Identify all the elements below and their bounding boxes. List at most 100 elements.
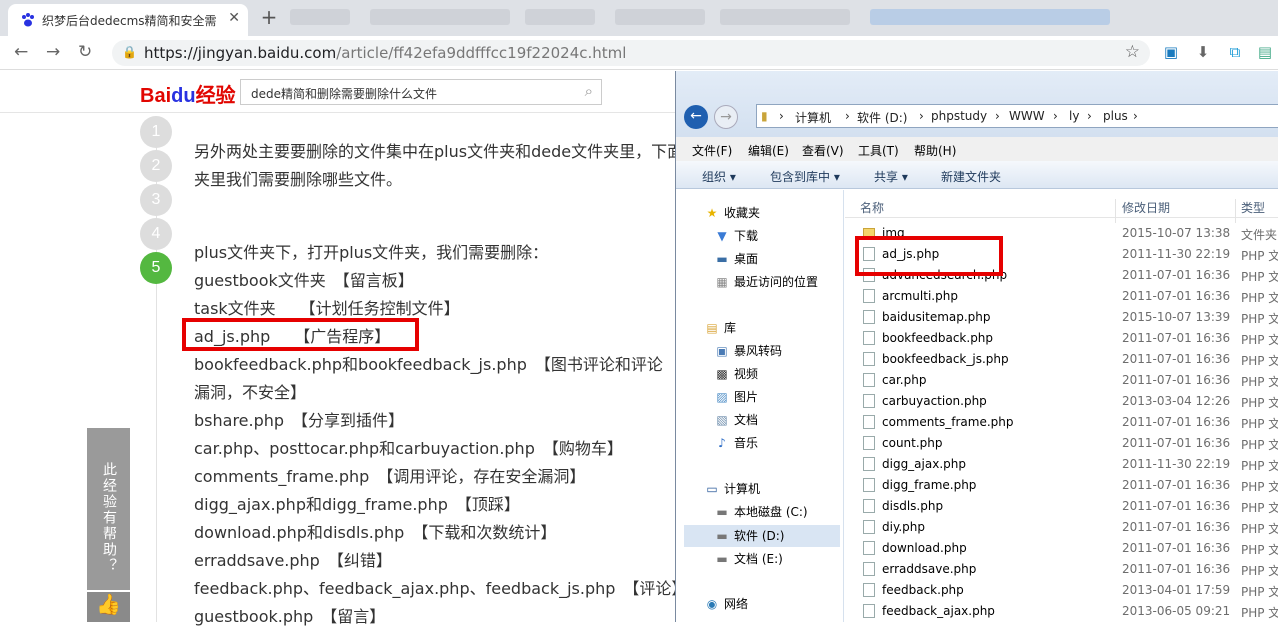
nav-network[interactable]: ◉ 网络	[704, 595, 748, 612]
file-type: PHP 文	[1241, 480, 1278, 494]
breadcrumb-sep: ›	[1133, 109, 1138, 123]
col-name[interactable]: 名称	[860, 199, 884, 216]
nav-video[interactable]: ▩ 视频	[714, 365, 758, 382]
blurred-tab[interactable]	[525, 9, 595, 25]
file-type: PHP 文	[1241, 375, 1278, 389]
url-bar[interactable]: 🔒 https://jingyan.baidu.com/article/ff42…	[112, 40, 1150, 66]
file-date: 2011-11-30 22:19	[1122, 247, 1231, 261]
forward-button-icon[interactable]: →	[714, 105, 738, 129]
download-extension-icon[interactable]: ⬇	[1194, 43, 1212, 61]
bookmark-star-icon[interactable]: ☆	[1125, 42, 1140, 62]
file-row[interactable]: count.php 2011-07-01 16:36 PHP 文	[845, 432, 1278, 453]
menu-tools[interactable]: 工具(T)	[858, 142, 899, 159]
blurred-tab[interactable]	[870, 9, 1110, 25]
file-date: 2011-07-01 16:36	[1122, 499, 1231, 513]
extension-icon[interactable]: ▣	[1162, 43, 1180, 61]
include-library-button[interactable]: 包含到库中 ▾	[770, 168, 840, 185]
file-row[interactable]: bookfeedback_js.php 2011-07-01 16:36 PHP 文	[845, 348, 1278, 369]
menu-view[interactable]: 查看(V)	[802, 142, 844, 159]
nav-music[interactable]: ♪ 音乐	[714, 434, 758, 451]
baidu-jingyan-logo[interactable]: Baidu经验	[140, 79, 236, 108]
file-row[interactable]: carbuyaction.php 2013-03-04 12:26 PHP 文	[845, 390, 1278, 411]
thumbs-up-icon[interactable]: 👍	[87, 592, 130, 622]
menu-file[interactable]: 文件(F)	[692, 142, 732, 159]
organize-button[interactable]: 组织 ▾	[702, 168, 736, 185]
file-row[interactable]: feedback_ajax.php 2013-06-05 09:21 PHP 文	[845, 600, 1278, 621]
nav-library[interactable]: ▤ 库	[704, 319, 736, 336]
file-row[interactable]: erraddsave.php 2011-07-01 16:36 PHP 文	[845, 558, 1278, 579]
menu-edit[interactable]: 编辑(E)	[748, 142, 789, 159]
nav-favorites[interactable]: ★ 收藏夹	[704, 204, 760, 221]
helpful-vote-button[interactable]: 此经验有帮助？	[87, 428, 130, 590]
file-row[interactable]: diy.php 2011-07-01 16:36 PHP 文	[845, 516, 1278, 537]
file-row[interactable]: disdls.php 2011-07-01 16:36 PHP 文	[845, 495, 1278, 516]
nav-computer[interactable]: ▭ 计算机	[704, 480, 760, 497]
nav-desktop[interactable]: ▬ 桌面	[714, 250, 758, 267]
browser-tab[interactable]: 织梦后台dedecms精简和安全需 ✕	[8, 4, 248, 36]
col-type[interactable]: 类型	[1241, 199, 1265, 216]
nav-recent[interactable]: ▦ 最近访问的位置	[714, 273, 818, 290]
step-3[interactable]: 3	[140, 184, 172, 216]
nav-drive-c[interactable]: ▬ 本地磁盘 (C:)	[714, 503, 807, 520]
file-row[interactable]: feedback.php 2013-04-01 17:59 PHP 文	[845, 579, 1278, 600]
col-divider[interactable]	[1235, 199, 1236, 223]
tab-title: 织梦后台dedecms精简和安全需	[42, 14, 217, 28]
step-2[interactable]: 2	[140, 150, 172, 182]
star-icon: ★	[706, 206, 718, 220]
share-button[interactable]: 共享 ▾	[874, 168, 908, 185]
breadcrumb-item[interactable]: 软件 (D:)	[857, 109, 907, 126]
blurred-tab[interactable]	[615, 9, 705, 25]
step-5[interactable]: 5	[140, 252, 172, 284]
blurred-tab[interactable]	[290, 9, 350, 25]
nav-label: 文档	[734, 413, 759, 427]
breadcrumb[interactable]: ▮ › 计算机 › 软件 (D:) › phpstudy › WWW › ly …	[756, 104, 1278, 128]
back-button-icon[interactable]: ←	[684, 105, 708, 129]
file-row[interactable]: baidusitemap.php 2015-10-07 13:39 PHP 文	[845, 306, 1278, 327]
file-row[interactable]: digg_frame.php 2011-07-01 16:36 PHP 文	[845, 474, 1278, 495]
forward-arrow-icon[interactable]: →	[46, 42, 60, 62]
file-row[interactable]: comments_frame.php 2011-07-01 16:36 PHP 文	[845, 411, 1278, 432]
nav-storm[interactable]: ▣ 暴风转码	[714, 342, 782, 359]
extension-icon[interactable]: ⧉	[1226, 43, 1244, 61]
search-icon[interactable]: ⌕	[585, 82, 593, 100]
nav-downloads[interactable]: ▼ 下载	[714, 227, 758, 244]
file-date: 2011-07-01 16:36	[1122, 478, 1231, 492]
file-type: PHP 文	[1241, 501, 1278, 515]
blurred-tab[interactable]	[720, 9, 850, 25]
recent-places-icon: ▦	[716, 275, 728, 289]
breadcrumb-item[interactable]: phpstudy	[931, 109, 987, 123]
file-type: PHP 文	[1241, 354, 1278, 368]
file-row[interactable]: digg_ajax.php 2011-11-30 22:19 PHP 文	[845, 453, 1278, 474]
nav-docs[interactable]: ▧ 文档	[714, 411, 758, 428]
breadcrumb-item[interactable]: plus	[1103, 109, 1128, 123]
nav-drive-e[interactable]: ▬ 文档 (E:)	[714, 550, 782, 567]
extension-icon[interactable]: ▤	[1256, 43, 1274, 61]
new-folder-button[interactable]: 新建文件夹	[941, 168, 1001, 185]
col-date[interactable]: 修改日期	[1122, 199, 1170, 216]
new-tab-button[interactable]: +	[256, 6, 282, 30]
step-1[interactable]: 1	[140, 116, 172, 148]
file-type: PHP 文	[1241, 459, 1278, 473]
col-divider[interactable]	[1115, 199, 1116, 223]
file-date: 2011-07-01 16:36	[1122, 415, 1231, 429]
back-arrow-icon[interactable]: ←	[14, 42, 28, 62]
url-path: /article/ff42efa9ddfffcc19f22024c.html	[336, 44, 627, 62]
menu-help[interactable]: 帮助(H)	[914, 142, 956, 159]
php-file-icon	[863, 541, 875, 555]
breadcrumb-item[interactable]: 计算机	[795, 109, 831, 126]
file-row[interactable]: download.php 2011-07-01 16:36 PHP 文	[845, 537, 1278, 558]
command-bar: 组织 ▾ 包含到库中 ▾ 共享 ▾ 新建文件夹	[676, 161, 1278, 189]
close-tab-icon[interactable]: ✕	[228, 10, 240, 26]
php-file-icon	[863, 289, 875, 303]
file-row[interactable]: car.php 2011-07-01 16:36 PHP 文	[845, 369, 1278, 390]
breadcrumb-item[interactable]: ly	[1069, 109, 1079, 123]
blurred-tab[interactable]	[370, 9, 510, 25]
reload-icon[interactable]: ↻	[78, 42, 92, 62]
step-4[interactable]: 4	[140, 218, 172, 250]
search-input[interactable]: dede精简和删除需要删除什么文件 ⌕	[240, 79, 602, 105]
nav-pictures[interactable]: ▨ 图片	[714, 388, 758, 405]
nav-drive-d[interactable]: ▬ 软件 (D:)	[714, 527, 784, 544]
file-row[interactable]: bookfeedback.php 2011-07-01 16:36 PHP 文	[845, 327, 1278, 348]
file-row[interactable]: arcmulti.php 2011-07-01 16:36 PHP 文	[845, 285, 1278, 306]
breadcrumb-item[interactable]: WWW	[1009, 109, 1045, 123]
